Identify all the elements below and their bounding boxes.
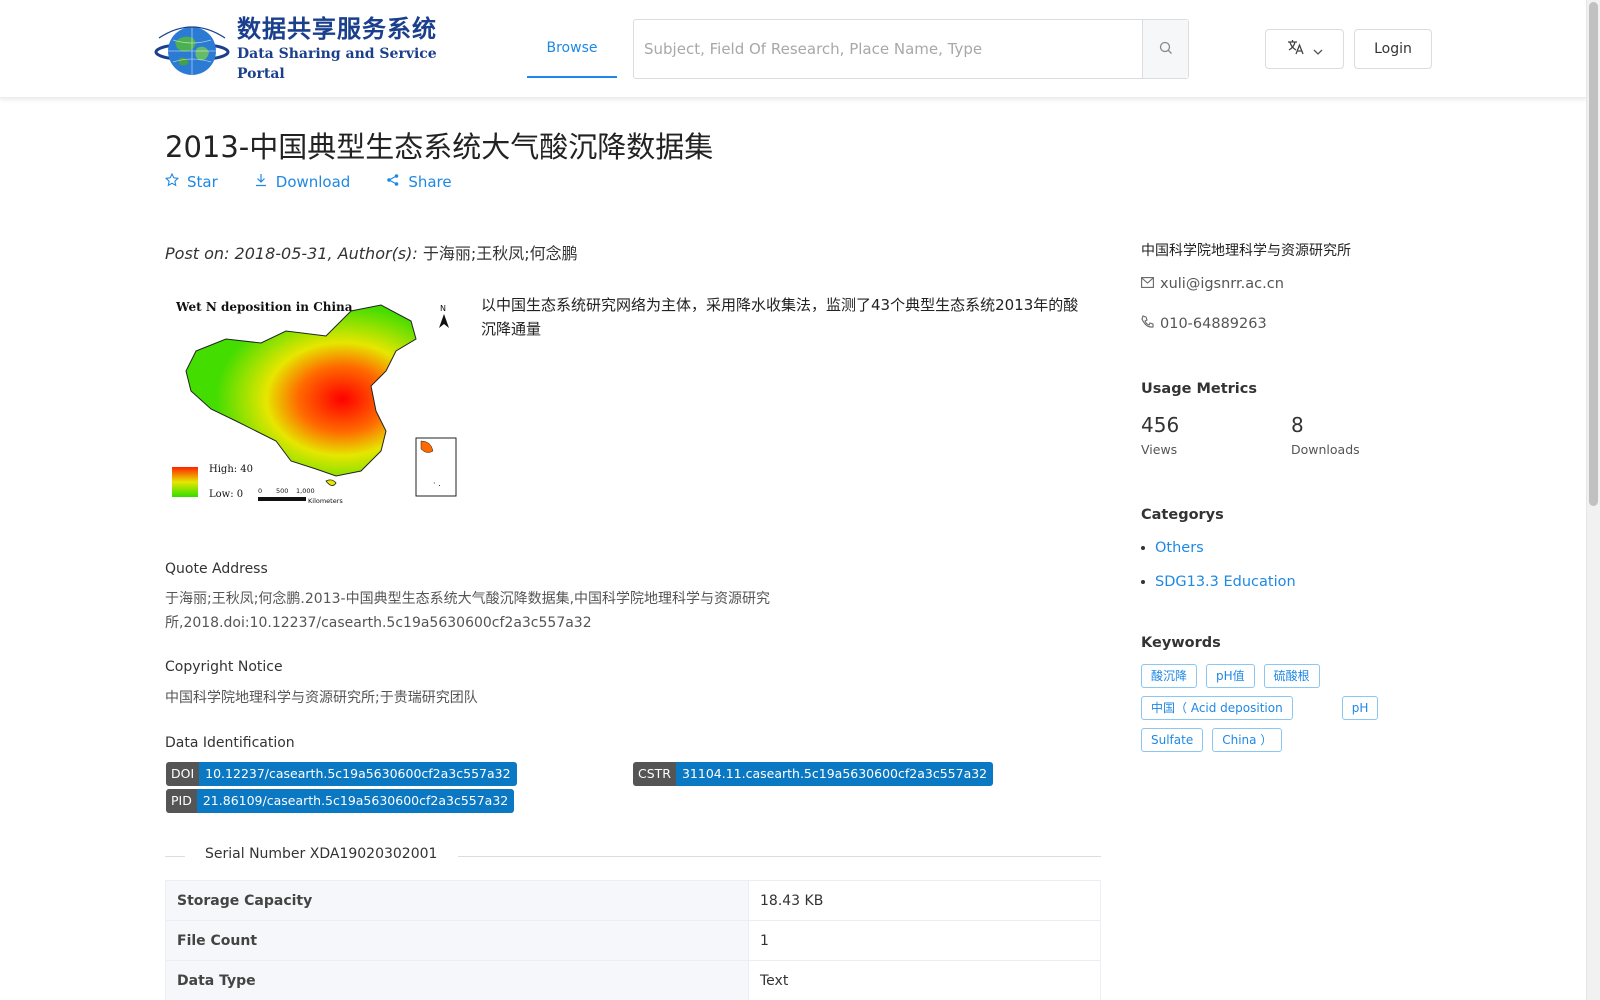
doi-value: 10.12237/casearth.5c19a5630600cf2a3c557a… xyxy=(199,762,517,786)
keyword-tag[interactable]: Sulfate xyxy=(1141,728,1204,752)
table-key: File Count xyxy=(165,920,749,961)
login-button[interactable]: Login xyxy=(1354,29,1432,69)
keyword-tag[interactable]: 酸沉降 xyxy=(1141,664,1198,688)
translate-icon xyxy=(1287,39,1305,59)
category-label: SDG13.3 Education xyxy=(1155,574,1296,590)
pid-key: PID xyxy=(166,789,197,813)
contact-email[interactable]: xuli@igsnrr.ac.cn xyxy=(1141,276,1284,292)
nav-browse[interactable]: Browse xyxy=(527,20,617,78)
keyword-tag[interactable]: pH值 xyxy=(1206,664,1255,688)
category-label: Others xyxy=(1155,540,1204,556)
copyright-text: 中国科学院地理科学与资源研究所;于贵瑞研究团队 xyxy=(165,690,478,706)
table-row: File Count 1 xyxy=(165,920,1101,961)
pid-value: 21.86109/casearth.5c19a5630600cf2a3c557a… xyxy=(196,789,515,813)
page-scrollbar[interactable] xyxy=(1586,0,1600,1000)
views-label: Views xyxy=(1141,442,1178,457)
north-arrow-label: N xyxy=(440,304,446,313)
keyword-tag[interactable]: pH xyxy=(1341,696,1379,720)
categories-title: Categorys xyxy=(1141,507,1224,523)
contact-phone: 010-64889263 xyxy=(1141,315,1267,332)
keyword-tag[interactable]: 硫酸根 xyxy=(1263,664,1320,688)
search-icon xyxy=(1159,40,1173,59)
portal-logo[interactable]: 数据共享服务系统 Data Sharing and Service Portal xyxy=(153,15,443,82)
quote-text: 于海丽;王秋凤;何念鹏.2013-中国典型生态系统大气酸沉降数据集,中国科学院地… xyxy=(165,591,771,631)
post-meta: Post on: 2018-05-31, Author(s): 于海丽;王秋凤;… xyxy=(165,240,578,264)
downloads-count: 8 xyxy=(1291,413,1304,437)
download-icon xyxy=(254,173,268,191)
doi-badge[interactable]: DOI 10.12237/casearth.5c19a5630600cf2a3c… xyxy=(166,762,517,786)
cstr-badge[interactable]: CSTR 31104.11.casearth.5c19a5630600cf2a3… xyxy=(633,762,994,786)
data-identification-label: Data Identification xyxy=(165,735,295,751)
map-title: Wet N deposition in China xyxy=(175,300,353,314)
globe-logo-icon xyxy=(153,18,231,80)
phone-icon xyxy=(1141,315,1154,332)
keyword-tag[interactable]: 中国（ Acid deposition xyxy=(1141,696,1293,720)
search-bar xyxy=(633,19,1189,79)
copyright-label: Copyright Notice xyxy=(165,659,283,675)
scrollbar-thumb[interactable] xyxy=(1589,2,1598,506)
language-switch-button[interactable] xyxy=(1265,29,1344,69)
legend-high: High: 40 xyxy=(209,464,253,475)
doi-key: DOI xyxy=(166,762,200,786)
dataset-summary: 以中国生态系统研究网络为主体，采用降水收集法，监测了43个典型生态系统2013年… xyxy=(481,296,1079,338)
dataset-actions: Star Download Share xyxy=(164,172,452,191)
table-value: 1 xyxy=(748,920,1101,961)
table-row: Storage Capacity 18.43 KB xyxy=(165,880,1101,921)
serial-number-divider: Serial Number XDA19020302001 xyxy=(165,846,1101,866)
share-button[interactable]: Share xyxy=(386,173,452,191)
phone-text: 010-64889263 xyxy=(1160,315,1267,332)
table-key: Data Type xyxy=(165,960,749,1000)
serial-number: Serial Number XDA19020302001 xyxy=(205,846,438,862)
logo-en-text: Data Sharing and Service Portal xyxy=(237,46,437,82)
legend-color-bar xyxy=(172,467,198,497)
share-icon xyxy=(386,173,400,191)
page-title: 2013-中国典型生态系统大气酸沉降数据集 xyxy=(165,130,714,164)
legend-low: Low: 0 xyxy=(209,489,243,500)
table-row: Data Type Text xyxy=(165,960,1101,1000)
table-key: Storage Capacity xyxy=(165,880,749,921)
quote-label: Quote Address xyxy=(165,561,268,577)
table-value: 18.43 KB xyxy=(748,880,1101,921)
star-button[interactable]: Star xyxy=(164,172,218,191)
category-item[interactable]: SDG13.3 Education xyxy=(1141,574,1296,590)
keywords-title: Keywords xyxy=(1141,635,1221,651)
top-header: 数据共享服务系统 Data Sharing and Service Portal… xyxy=(0,0,1586,98)
dataset-info-table: Storage Capacity 18.43 KB File Count 1 D… xyxy=(165,880,1101,1000)
scale-label-1: 500 xyxy=(276,487,288,495)
star-label: Star xyxy=(187,173,218,191)
keyword-tags: 酸沉降 pH值 硫酸根 中国（ Acid deposition pH Sulfa… xyxy=(1141,664,1431,752)
scale-label-0: 0 xyxy=(258,487,262,495)
star-icon xyxy=(164,172,180,191)
cstr-value: 31104.11.casearth.5c19a5630600cf2a3c557a… xyxy=(675,762,994,786)
category-item[interactable]: Others xyxy=(1141,540,1204,556)
north-arrow-icon xyxy=(439,314,449,328)
organization-name: 中国科学院地理科学与资源研究所 xyxy=(1141,243,1351,259)
mail-icon xyxy=(1141,276,1154,292)
email-text: xuli@igsnrr.ac.cn xyxy=(1160,276,1284,292)
logo-cn-text: 数据共享服务系统 xyxy=(237,15,437,43)
post-date: Post on: 2018-05-31, Author(s): xyxy=(165,244,423,263)
usage-metrics-title: Usage Metrics xyxy=(1141,381,1257,397)
table-value: Text xyxy=(748,960,1101,1000)
scale-label-2: 1,000 xyxy=(296,487,315,495)
scale-unit: Kilometers xyxy=(308,497,343,505)
views-count: 456 xyxy=(1141,413,1180,437)
authors: 于海丽;王秋凤;何念鹏 xyxy=(422,244,578,263)
search-button[interactable] xyxy=(1142,20,1188,78)
cstr-key: CSTR xyxy=(633,762,676,786)
svg-text:· .: · . xyxy=(433,479,441,488)
search-input[interactable] xyxy=(634,20,1142,78)
pid-badge[interactable]: PID 21.86109/casearth.5c19a5630600cf2a3c… xyxy=(166,789,515,813)
share-label: Share xyxy=(408,173,452,191)
keyword-tag[interactable]: China ） xyxy=(1212,728,1283,752)
download-button[interactable]: Download xyxy=(254,173,351,191)
chevron-down-icon xyxy=(1313,40,1323,59)
download-label: Download xyxy=(275,173,351,191)
downloads-label: Downloads xyxy=(1291,442,1360,457)
dataset-thumbnail: Wet N deposition in China · . N High: 40… xyxy=(166,291,457,513)
